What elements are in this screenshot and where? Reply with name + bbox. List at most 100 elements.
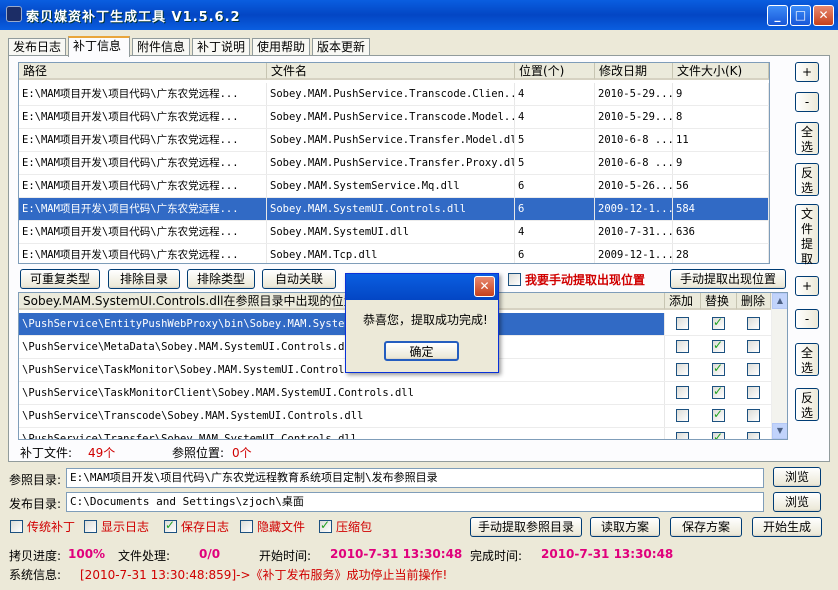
col-header-path[interactable]: 路径 [19, 63, 267, 80]
add-location-button[interactable]: + [795, 276, 819, 296]
del-checkbox[interactable] [747, 409, 760, 422]
del-checkbox[interactable] [747, 340, 760, 353]
select-all-files-button[interactable]: 全选 [795, 122, 819, 155]
add-checkbox[interactable] [676, 386, 689, 399]
col-header-add[interactable]: 添加 [665, 293, 701, 310]
replace-checkbox[interactable] [712, 361, 725, 376]
save-log-label: 保存日志 [181, 520, 230, 534]
dialog-ok-button[interactable]: 确定 [384, 341, 459, 361]
col-header-delete[interactable]: 删除 [737, 293, 771, 310]
del-checkbox[interactable] [747, 363, 760, 376]
save-log-checkbox[interactable] [164, 518, 177, 533]
position-cell: 6 [515, 244, 595, 263]
col-header-filename[interactable]: 文件名 [267, 63, 515, 80]
del-checkbox[interactable] [747, 432, 760, 439]
location-row[interactable]: \PushService\MetaData\Sobey.MAM.SystemUI… [19, 336, 665, 358]
minimize-button[interactable]: _ [767, 5, 788, 26]
replace-checkbox[interactable] [712, 338, 725, 353]
size-cell: 11 [673, 129, 769, 151]
close-button[interactable]: ✕ [813, 5, 834, 26]
locations-scrollbar[interactable]: ▲ ▼ [771, 293, 787, 439]
del-checkbox[interactable] [747, 386, 760, 399]
filename-cell: Sobey.MAM.PushService.Transfer.Model.dll [267, 129, 515, 151]
show-log-checkbox[interactable] [84, 520, 97, 533]
location-row[interactable]: \PushService\TaskMonitor\Sobey.MAM.Syste… [19, 359, 665, 381]
add-checkbox[interactable] [676, 317, 689, 330]
exclude-type-button[interactable]: 排除类型 [187, 269, 255, 289]
add-checkbox[interactable] [676, 409, 689, 422]
remove-file-button[interactable]: - [795, 92, 819, 112]
invert-files-button[interactable]: 反选 [795, 163, 819, 196]
filename-cell: Sobey.MAM.PushService.Transcode.Clien... [267, 83, 515, 105]
ref-dir-field[interactable]: E:\MAM项目开发\项目代码\广东农党远程教育系统项目定制\发布参照目录 [66, 468, 764, 488]
col-header-replace[interactable]: 替换 [701, 293, 737, 310]
manual-ref-dir-button[interactable]: 手动提取参照目录 [470, 517, 582, 537]
select-all-locations-button[interactable]: 全选 [795, 343, 819, 376]
path-cell: E:\MAM项目开发\项目代码\广东农党远程... [19, 129, 267, 151]
patch-files-label: 补丁文件: [20, 446, 73, 460]
progress-label: 拷贝进度: [9, 549, 62, 563]
show-log-label: 显示日志 [101, 520, 150, 534]
replace-checkbox[interactable] [712, 407, 725, 422]
pub-dir-field[interactable]: C:\Documents and Settings\zjoch\桌面 [66, 492, 764, 512]
legacy-patch-checkbox[interactable] [10, 520, 23, 533]
exclude-dir-button[interactable]: 排除目录 [108, 269, 180, 289]
position-cell: 4 [515, 83, 595, 105]
load-plan-button[interactable]: 读取方案 [590, 517, 660, 537]
replace-checkbox[interactable] [712, 430, 725, 439]
size-cell: 28 [673, 244, 769, 263]
del-checkbox[interactable] [747, 317, 760, 330]
location-row[interactable]: \PushService\TaskMonitorClient\Sobey.MAM… [19, 382, 665, 404]
maximize-button[interactable]: □ [790, 5, 811, 26]
generate-button[interactable]: 开始生成 [752, 517, 822, 537]
save-plan-button[interactable]: 保存方案 [670, 517, 742, 537]
tab-help[interactable]: 使用帮助 [252, 38, 310, 56]
hidden-files-checkbox[interactable] [240, 520, 253, 533]
start-time-value: 2010-7-31 13:30:48 [330, 547, 463, 561]
location-row[interactable]: \PushService\Transcode\Sobey.MAM.SystemU… [19, 405, 665, 427]
size-cell: 9 [673, 83, 769, 105]
filename-cell: Sobey.MAM.SystemUI.Controls.dll [267, 198, 515, 220]
extract-file-button[interactable]: 文件提取 [795, 204, 819, 266]
replace-checkbox[interactable] [712, 315, 725, 330]
location-row[interactable]: \PushService\EntityPushWebProxy\bin\Sobe… [19, 313, 665, 335]
zip-package-checkbox[interactable] [319, 518, 332, 533]
dedupe-types-button[interactable]: 可重复类型 [20, 269, 100, 289]
add-file-button[interactable]: + [795, 62, 819, 82]
patch-files-count: 49个 [88, 446, 116, 460]
end-time-label: 完成时间: [470, 549, 523, 563]
tab-publish-log[interactable]: 发布日志 [8, 38, 66, 56]
scroll-up-arrow[interactable]: ▲ [772, 293, 787, 309]
add-checkbox[interactable] [676, 432, 689, 439]
remove-location-button[interactable]: - [795, 309, 819, 329]
manual-extract-checkbox[interactable] [508, 273, 521, 286]
add-checkbox[interactable] [676, 340, 689, 353]
location-row[interactable]: \PushService\Transfer\Sobey.MAM.SystemUI… [19, 428, 665, 439]
tab-patch-notes[interactable]: 补丁说明 [192, 38, 250, 56]
sys-info-value: [2010-7-31 13:30:48:859]->《补丁发布服务》成功停止当前… [80, 568, 448, 582]
pub-dir-browse-button[interactable]: 浏览 [773, 492, 821, 512]
col-header-size[interactable]: 文件大小(K) [673, 63, 769, 80]
tab-attachment-info[interactable]: 附件信息 [132, 38, 190, 56]
manual-extract-button[interactable]: 手动提取出现位置 [670, 269, 786, 289]
invert-locations-button[interactable]: 反选 [795, 388, 819, 421]
filename-cell: Sobey.MAM.SystemUI.dll [267, 221, 515, 243]
replace-checkbox[interactable] [712, 384, 725, 399]
add-checkbox[interactable] [676, 363, 689, 376]
path-cell: E:\MAM项目开发\项目代码\广东农党远程... [19, 106, 267, 128]
ref-dir-browse-button[interactable]: 浏览 [773, 467, 821, 487]
path-cell: E:\MAM项目开发\项目代码\广东农党远程... [19, 152, 267, 174]
files-table[interactable]: 路径 文件名 位置(个) 修改日期 文件大小(K) E:\MAM项目开发\项目代… [18, 62, 770, 264]
tab-patch-info[interactable]: 补丁信息 [68, 36, 130, 57]
modified-cell: 2010-6-8 ... [595, 152, 673, 174]
col-header-position[interactable]: 位置(个) [515, 63, 595, 80]
scroll-down-arrow[interactable]: ▼ [772, 423, 787, 439]
col-header-modified[interactable]: 修改日期 [595, 63, 673, 80]
auto-link-button[interactable]: 自动关联 [262, 269, 336, 289]
dialog-close-button[interactable]: ✕ [474, 276, 495, 297]
tab-version-updates[interactable]: 版本更新 [312, 38, 370, 56]
zip-package-label: 压缩包 [336, 520, 373, 534]
size-cell: 56 [673, 175, 769, 197]
success-dialog: ✕ 恭喜您，提取成功完成! 确定 [345, 273, 499, 373]
col-header-location[interactable]: Sobey.MAM.SystemUI.Controls.dll在参照目录中出现的… [19, 293, 665, 310]
